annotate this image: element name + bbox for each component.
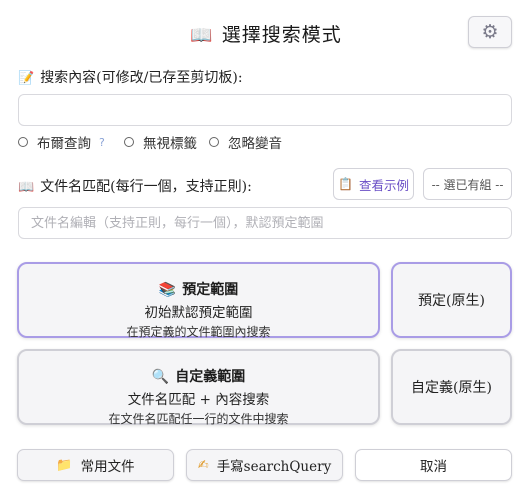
ignore-tags-radio[interactable] [124, 137, 134, 147]
preset-range-title: 📚 預定範圍 [19, 279, 378, 299]
manual-searchquery-label: 手寫searchQuery [216, 459, 332, 475]
preset-range-title-text: 預定範圍 [182, 282, 239, 298]
existing-group-select-value: -- 選已有組 -- [431, 177, 504, 192]
ignore-tones-label: 忽略變音 [228, 136, 282, 152]
boolean-query-radio[interactable] [18, 137, 28, 147]
preset-native-label: 預定(原生) [418, 293, 485, 309]
ignore-tones-option[interactable]: 忽略變音 [209, 132, 282, 152]
custom-range-title-text: 自定義範圍 [175, 369, 246, 385]
preset-native-button[interactable]: 預定(原生) [391, 262, 512, 338]
preset-range-description: 在預定義的文件範圍內搜索 [126, 325, 271, 339]
gear-icon: ⚙ [481, 20, 499, 43]
filename-pattern-input[interactable] [18, 207, 512, 239]
common-files-label: 常用文件 [80, 459, 135, 475]
boolean-query-label: 布爾查詢 [37, 136, 91, 152]
filename-match-label: 📖 文件名匹配(每行一個，支持正則): [18, 176, 252, 196]
dialog-title-text: 選擇搜索模式 [221, 24, 342, 46]
boolean-query-option[interactable]: 布爾查詢 ? [18, 132, 105, 152]
search-content-input[interactable] [18, 94, 512, 126]
existing-group-select[interactable]: -- 選已有組 -- [423, 168, 512, 200]
search-content-label-text: 搜索內容(可修改/已存至剪切板): [40, 70, 243, 86]
settings-button[interactable]: ⚙ [468, 16, 512, 48]
magnifier-icon: 🔍 [151, 369, 170, 385]
custom-range-description: 在文件名匹配任一行的文件中搜索 [108, 412, 289, 426]
dialog-header: 📖 選擇搜索模式 ⚙ [0, 12, 532, 56]
book-icon: 📖 [18, 180, 35, 195]
custom-range-subtitle: 文件名匹配 + 內容搜索 [127, 392, 270, 408]
custom-range-title: 🔍 自定義範圍 [19, 366, 378, 386]
search-content-label: 📝 搜索內容(可修改/已存至剪切板): [18, 67, 243, 87]
memo-icon: 📝 [18, 71, 35, 86]
view-example-label: 查看示例 [358, 177, 409, 193]
dialog-title: 📖 選擇搜索模式 [0, 20, 532, 47]
custom-native-label: 自定義(原生) [411, 380, 492, 396]
ignore-tones-radio[interactable] [209, 137, 219, 147]
books-icon: 📚 [158, 282, 177, 298]
preset-range-subtitle: 初始默認預定範圍 [144, 305, 253, 321]
custom-native-button[interactable]: 自定義(原生) [391, 349, 512, 425]
preset-range-button[interactable]: 📚 預定範圍 初始默認預定範圍 在預定義的文件範圍內搜索 [17, 262, 380, 339]
ignore-tags-label: 無視標籤 [143, 136, 197, 152]
view-example-button[interactable]: 📋 查看示例 [333, 168, 414, 200]
help-icon[interactable]: ? [99, 136, 105, 149]
ignore-tags-option[interactable]: 無視標籤 [124, 132, 197, 152]
folder-icon: 📁 [56, 457, 73, 473]
common-files-button[interactable]: 📁 常用文件 [17, 449, 174, 481]
writing-hand-icon: ✍ [197, 457, 209, 473]
cancel-button[interactable]: 取消 [355, 449, 512, 481]
manual-searchquery-button[interactable]: ✍ 手寫searchQuery [186, 449, 343, 481]
cancel-label: 取消 [420, 459, 447, 475]
filename-match-label-text: 文件名匹配(每行一個，支持正則): [40, 179, 252, 195]
book-icon: 📖 [190, 25, 214, 46]
clipboard-icon: 📋 [338, 177, 353, 191]
custom-range-button[interactable]: 🔍 自定義範圍 文件名匹配 + 內容搜索 在文件名匹配任一行的文件中搜索 [17, 349, 380, 426]
